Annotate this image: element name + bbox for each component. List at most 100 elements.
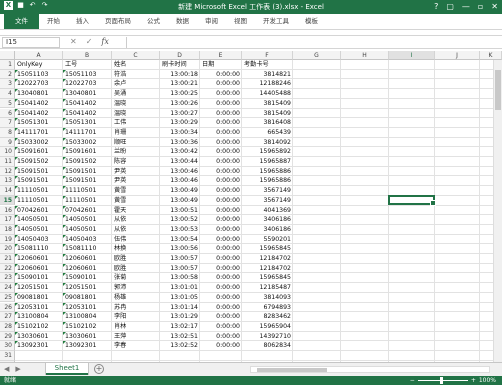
row-header-4[interactable]: 4 xyxy=(0,89,15,99)
cell-e22[interactable]: 0:00:00 xyxy=(200,264,242,274)
column-header-e[interactable]: E xyxy=(200,51,242,60)
cell-d14[interactable]: 13:00:49 xyxy=(160,186,200,196)
row-header-6[interactable]: 6 xyxy=(0,108,15,119)
add-sheet-icon[interactable]: + xyxy=(94,364,104,374)
cell-d25[interactable]: 13:01:05 xyxy=(160,293,200,303)
cell-b24[interactable]: 12051501 xyxy=(63,283,112,293)
zoom-level[interactable]: 100% xyxy=(479,377,496,384)
cell-f29[interactable]: 14392710 xyxy=(242,332,293,342)
cell-c12[interactable]: 尹英 xyxy=(112,167,160,177)
cell-c10[interactable]: 兰盼 xyxy=(112,147,160,157)
cell-c25[interactable]: 杨雄 xyxy=(112,293,160,303)
cell-e27[interactable]: 0:00:00 xyxy=(200,312,242,322)
cell-e21[interactable]: 0:00:00 xyxy=(200,254,242,264)
cell-c26[interactable]: 苏冉 xyxy=(112,303,160,313)
active-cell-selection[interactable] xyxy=(388,194,436,207)
row-header-2[interactable]: 2 xyxy=(0,69,15,80)
row-header-26[interactable]: 26 xyxy=(0,302,15,313)
close-button[interactable]: ✕ xyxy=(491,1,498,12)
cell-c11[interactable]: 陈容 xyxy=(112,157,160,167)
cell-a11[interactable]: 15091502 xyxy=(15,157,63,167)
cell-f13[interactable]: 15965886 xyxy=(242,176,293,186)
cell-e20[interactable]: 0:00:00 xyxy=(200,244,242,254)
row-header-31[interactable]: 31 xyxy=(0,351,15,361)
cell-b15[interactable]: 11110501 xyxy=(63,195,112,206)
row-header-9[interactable]: 9 xyxy=(0,137,15,148)
cell-c30[interactable]: 李春 xyxy=(112,341,160,351)
cell-a24[interactable]: 12051501 xyxy=(15,283,63,293)
cell-a25[interactable]: 09081801 xyxy=(15,292,63,303)
row-header-14[interactable]: 14 xyxy=(0,186,15,196)
cell-d4[interactable]: 13:00:25 xyxy=(160,89,200,99)
column-header-b[interactable]: B xyxy=(63,51,112,60)
row-header-7[interactable]: 7 xyxy=(0,118,15,128)
cell-e12[interactable]: 0:00:00 xyxy=(200,167,242,177)
cell-f7[interactable]: 3816408 xyxy=(242,118,293,128)
cell-b16[interactable]: 07042601 xyxy=(63,205,112,216)
tab-insert[interactable]: 插入 xyxy=(68,14,97,29)
cell-f3[interactable]: 12188246 xyxy=(242,79,293,89)
row-header-5[interactable]: 5 xyxy=(0,98,15,109)
help-button[interactable]: ? xyxy=(434,1,438,12)
cell-f5[interactable]: 3815409 xyxy=(242,99,293,109)
cell-a10[interactable]: 15091601 xyxy=(15,147,63,157)
cell-f24[interactable]: 12185487 xyxy=(242,283,293,293)
row-header-1[interactable]: 1 xyxy=(0,60,15,70)
formula-input[interactable] xyxy=(126,37,500,48)
row-header-10[interactable]: 10 xyxy=(0,147,15,157)
cell-a7[interactable]: 15051301 xyxy=(15,118,63,128)
cell-e3[interactable]: 0:00:00 xyxy=(200,79,242,89)
cell-a19[interactable]: 14050403 xyxy=(15,234,63,245)
cell-c19[interactable]: 伍伟 xyxy=(112,235,160,245)
cell-e6[interactable]: 0:00:00 xyxy=(200,109,242,119)
cell-e11[interactable]: 0:00:00 xyxy=(200,157,242,167)
cell-a22[interactable]: 12060601 xyxy=(15,263,63,274)
cell-f25[interactable]: 3814093 xyxy=(242,293,293,303)
cell-f27[interactable]: 8283462 xyxy=(242,312,293,322)
cell-d11[interactable]: 13:00:44 xyxy=(160,157,200,167)
cell-c8[interactable]: 肖珊 xyxy=(112,128,160,138)
cell-e9[interactable]: 0:00:00 xyxy=(200,138,242,148)
row-header-15[interactable]: 15 xyxy=(0,195,15,206)
cell-d20[interactable]: 13:00:56 xyxy=(160,244,200,254)
cell-b2[interactable]: 15051103 xyxy=(63,69,112,80)
cell-a29[interactable]: 13030601 xyxy=(15,331,63,342)
cell-e5[interactable]: 0:00:00 xyxy=(200,99,242,109)
cell-a16[interactable]: 07042601 xyxy=(15,205,63,216)
row-header-24[interactable]: 24 xyxy=(0,283,15,293)
cell-c14[interactable]: 黄雪 xyxy=(112,186,160,196)
cell-d28[interactable]: 13:02:17 xyxy=(160,322,200,332)
cell-f28[interactable]: 15965904 xyxy=(242,322,293,332)
cell-b19[interactable]: 14050403 xyxy=(63,234,112,245)
cell-d30[interactable]: 13:02:52 xyxy=(160,341,200,351)
cell-e4[interactable]: 0:00:00 xyxy=(200,89,242,99)
cell-a17[interactable]: 14050501 xyxy=(15,215,63,225)
column-header-c[interactable]: C xyxy=(112,51,160,60)
cell-c4[interactable]: 吴涌 xyxy=(112,89,160,99)
row-header-28[interactable]: 28 xyxy=(0,321,15,332)
cell-a3[interactable]: 12022703 xyxy=(15,79,63,89)
zoom-out-icon[interactable]: − xyxy=(410,377,415,384)
cell-b18[interactable]: 14050501 xyxy=(63,224,112,235)
column-header-i[interactable]: I xyxy=(389,51,435,60)
cell-c1[interactable]: 姓名 xyxy=(112,60,160,70)
cell-d2[interactable]: 13:00:18 xyxy=(160,70,200,80)
cell-b30[interactable]: 13092301 xyxy=(63,341,112,351)
cell-c18[interactable]: 从依 xyxy=(112,225,160,235)
row-header-18[interactable]: 18 xyxy=(0,224,15,235)
cell-e28[interactable]: 0:00:00 xyxy=(200,322,242,332)
cell-e19[interactable]: 0:00:00 xyxy=(200,235,242,245)
cell-b8[interactable]: 14111701 xyxy=(63,127,112,138)
cell-f16[interactable]: 4041369 xyxy=(242,206,293,216)
cell-c20[interactable]: 林换 xyxy=(112,244,160,254)
cell-c27[interactable]: 李阳 xyxy=(112,312,160,322)
cell-f15[interactable]: 3567149 xyxy=(242,196,293,206)
cell-e17[interactable]: 0:00:00 xyxy=(200,215,242,225)
cell-e15[interactable]: 0:00:00 xyxy=(200,196,242,206)
row-header-30[interactable]: 30 xyxy=(0,341,15,351)
cell-e16[interactable]: 0:00:00 xyxy=(200,206,242,216)
cell-a2[interactable]: 15051103 xyxy=(15,69,63,80)
tab-template[interactable]: 模板 xyxy=(297,14,326,29)
tab-home[interactable]: 开始 xyxy=(39,14,68,29)
tab-file[interactable]: 文件 xyxy=(4,14,39,29)
